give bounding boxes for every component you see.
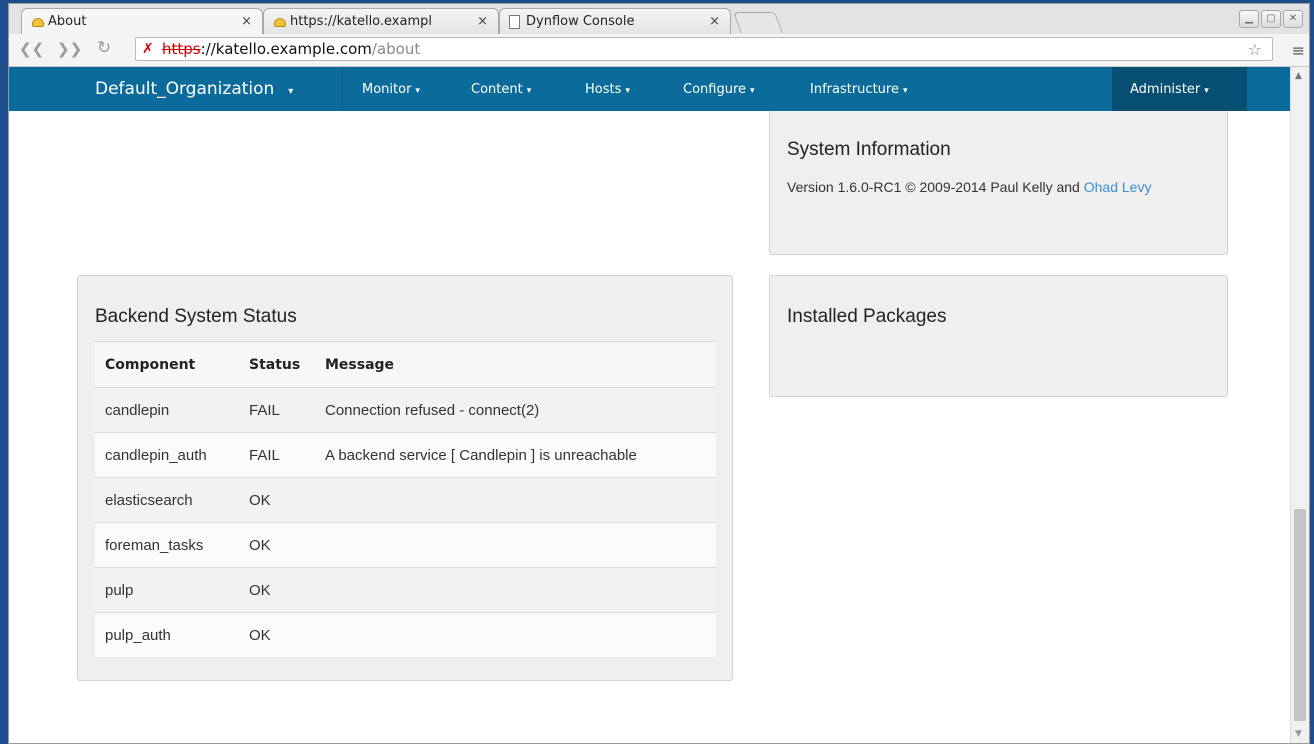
nav-infrastructure[interactable]: Infrastructure ▾ [810,82,908,97]
nav-content[interactable]: Content ▾ [471,82,531,97]
nav-configure[interactable]: Configure ▾ [683,82,755,97]
component-cell: pulp_auth [95,612,239,657]
page-viewport: Default_Organization ▾ Monitor ▾ Content ▾ … [9,67,1290,743]
scrollbar-thumb[interactable] [1294,509,1306,721]
window-controls: ▁ ▢ ✕ [1239,10,1303,28]
organization-name: Default_Organization [95,79,275,99]
installed-packages-panel: Installed Packages [769,275,1228,397]
close-window-icon[interactable]: ✕ [1283,10,1303,28]
component-cell: candlepin [95,387,239,433]
new-tab-button[interactable] [733,12,783,33]
top-navbar: Default_Organization ▾ Monitor ▾ Content ▾ … [9,67,1290,111]
column-header-message: Message [315,341,716,388]
nav-administer-wrap: Administer ▾ [1112,67,1247,111]
system-information-panel: System Information Version 1.6.0-RC1 © 2… [769,111,1228,255]
maximize-icon[interactable]: ▢ [1261,10,1281,28]
message-cell: A backend service [ Candlepin ] is unrea… [315,432,716,478]
star-icon[interactable]: ☆ [1248,39,1262,61]
nav-monitor[interactable]: Monitor ▾ [362,82,420,97]
nav-administer[interactable]: Administer ▾ [1130,82,1209,97]
backend-status-panel: Backend System Status Component Status M… [77,275,733,681]
address-bar[interactable]: ✗ https://katello.example.com/about ☆ [135,37,1273,61]
url-path: /about [371,40,421,58]
status-cell: OK [239,612,315,657]
table-row: candlepin FAIL Connection refused - conn… [95,387,716,433]
nav-monitor-label: Monitor [362,82,412,97]
version-text: Version 1.6.0-RC1 © 2009-2014 Paul Kelly… [787,176,1212,198]
tab-strip: About × https://katello.exampl × Dynflow… [9,4,1309,35]
table-row: candlepin_auth FAIL A backend service [ … [95,432,716,478]
page-scrollbar[interactable]: ▲ ▼ [1290,67,1309,743]
navbar-divider [342,67,343,111]
tab-dynflow-console[interactable]: Dynflow Console × [499,8,731,34]
backend-status-table: Component Status Message candlepin FAIL … [95,341,716,657]
status-cell: OK [239,477,315,523]
nav-infrastructure-label: Infrastructure [810,82,899,97]
chevron-down-icon: ▾ [526,86,532,96]
chevron-down-icon: ▾ [415,86,420,96]
backend-status-title: Backend System Status [95,306,297,327]
message-cell [315,567,716,613]
back-icon[interactable]: ❮❮ [19,40,44,58]
status-cell: OK [239,522,315,568]
reload-icon[interactable]: ↻ [97,38,111,58]
table-row: elasticsearch OK [95,477,716,523]
message-cell [315,477,716,523]
table-row: pulp_auth OK [95,612,716,657]
message-cell [315,522,716,568]
component-cell: candlepin_auth [95,432,239,478]
status-cell: OK [239,567,315,613]
tab-close-icon[interactable]: × [477,14,488,29]
chevron-down-icon: ▾ [288,86,294,97]
chevron-down-icon: ▾ [625,86,630,96]
column-header-status: Status [239,341,315,388]
tab-close-icon[interactable]: × [709,14,720,29]
component-cell: foreman_tasks [95,522,239,568]
organization-switcher[interactable]: Default_Organization ▾ [95,79,293,99]
tab-katello[interactable]: https://katello.exampl × [263,8,499,34]
message-cell [315,612,716,657]
status-cell: FAIL [239,387,315,433]
url-host: ://katello.example.com [200,40,372,58]
status-cell: FAIL [239,432,315,478]
component-cell: elasticsearch [95,477,239,523]
hamburger-menu-icon[interactable]: ≡ [1292,41,1305,60]
tab-about[interactable]: About × [21,8,263,35]
nav-hosts[interactable]: Hosts ▾ [585,82,630,97]
insecure-lock-icon: ✗ [142,41,154,57]
nav-administer-label: Administer [1130,82,1201,97]
katello-favicon-icon [32,18,44,27]
nav-hosts-label: Hosts [585,82,622,97]
tab-close-icon[interactable]: × [241,14,252,29]
column-header-component: Component [95,341,239,388]
system-information-title: System Information [787,139,951,160]
katello-favicon-icon [274,18,286,27]
tab-title: https://katello.exampl [290,14,432,29]
table-row: foreman_tasks OK [95,522,716,568]
author-link[interactable]: Ohad Levy [1084,179,1152,195]
nav-content-label: Content [471,82,523,97]
tab-title: Dynflow Console [526,14,635,29]
tab-title: About [48,14,87,29]
url-scheme: https [162,40,201,58]
table-header-row: Component Status Message [95,341,716,388]
table-row: pulp OK [95,567,716,613]
installed-packages-title: Installed Packages [787,306,947,327]
scroll-down-icon[interactable]: ▼ [1295,729,1302,739]
chevron-down-icon: ▾ [1204,86,1209,96]
chevron-down-icon: ▾ [902,86,908,96]
component-cell: pulp [95,567,239,613]
scroll-up-icon[interactable]: ▲ [1295,71,1302,81]
page-favicon-icon [509,15,520,29]
chevron-down-icon: ▾ [750,86,755,96]
browser-toolbar: ❮❮ ❯❯ ↻ ✗ https://katello.example.com/ab… [9,34,1309,67]
nav-configure-label: Configure [683,82,747,97]
minimize-icon[interactable]: ▁ [1239,10,1259,28]
version-label: Version 1.6.0-RC1 © 2009-2014 Paul Kelly… [787,179,1084,195]
message-cell: Connection refused - connect(2) [315,387,716,433]
forward-icon[interactable]: ❯❯ [57,40,82,58]
browser-window: About × https://katello.exampl × Dynflow… [8,3,1310,744]
